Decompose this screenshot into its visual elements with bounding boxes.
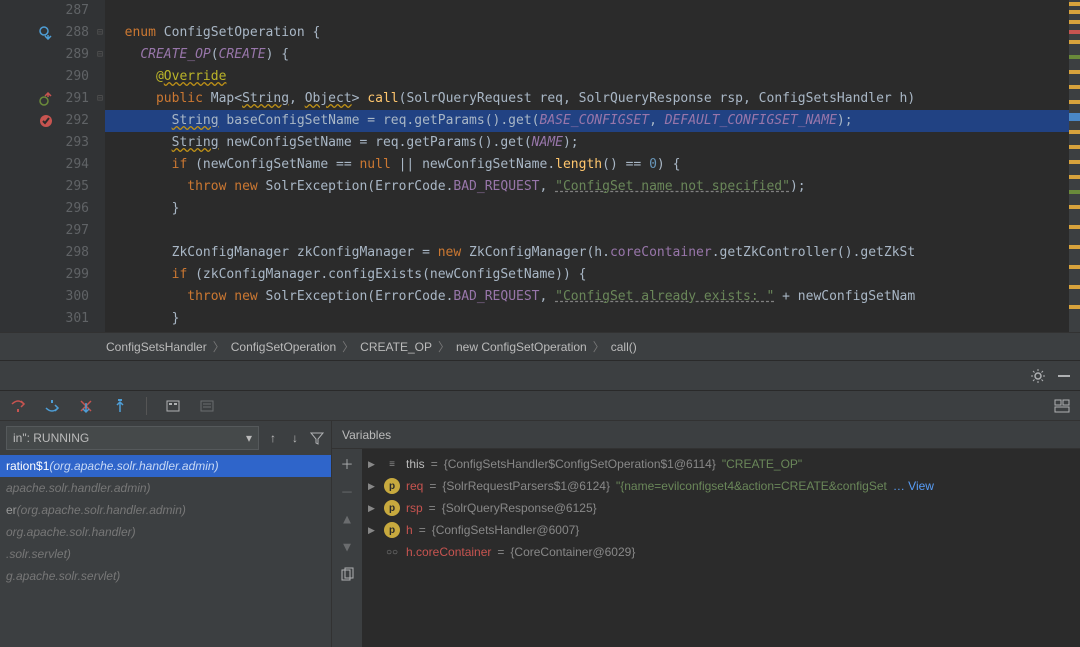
- debug-tool-header: [0, 360, 1080, 390]
- ide-root: 287 288 289 290 291 292 293 294 295 296 …: [0, 0, 1080, 647]
- line-number: 294: [59, 154, 89, 176]
- inherit-down-icon[interactable]: [39, 26, 53, 40]
- crumb[interactable]: ConfigSetsHandler: [100, 340, 213, 354]
- fold-column[interactable]: ⊟⊟⊟: [95, 0, 105, 332]
- code-line: ZkConfigManager zkConfigManager = new Zk…: [105, 242, 1080, 264]
- code-line: enum ConfigSetOperation {: [105, 22, 1080, 44]
- editor-pane: 287 288 289 290 291 292 293 294 295 296 …: [0, 0, 1080, 332]
- frame-row[interactable]: org.apache.solr.handler): [0, 521, 331, 543]
- variables-panel: Variables ＋ － ▲ ▼ ▶≡this = {ConfigSetsHa…: [332, 421, 1080, 647]
- code-line: }: [105, 198, 1080, 220]
- glasses-icon: ○○: [384, 544, 400, 560]
- var-row: ▶preq = {SolrRequestParsers$1@6124} "{na…: [362, 475, 1080, 497]
- line-number: 291: [59, 88, 89, 110]
- var-row: ▶≡this = {ConfigSetsHandler$ConfigSetOpe…: [362, 453, 1080, 475]
- step-into-icon[interactable]: [44, 398, 60, 414]
- code-area[interactable]: enum ConfigSetOperation { CREATE_OP(CREA…: [105, 0, 1080, 332]
- debug-bottom: in": RUNNING▾ ↑ ↓ ration$1 (org.apache.s…: [0, 420, 1080, 647]
- frame-row[interactable]: g.apache.solr.servlet): [0, 565, 331, 587]
- code-line: String newConfigSetName = req.getParams(…: [105, 132, 1080, 154]
- remove-watch-icon: －: [339, 483, 355, 499]
- down-watch-icon: ▼: [339, 539, 355, 555]
- up-watch-icon: ▲: [339, 511, 355, 527]
- prev-frame-icon[interactable]: ↑: [265, 430, 281, 446]
- code-line: public Map<String, Object> call(SolrQuer…: [105, 88, 1080, 110]
- frames-panel: in": RUNNING▾ ↑ ↓ ration$1 (org.apache.s…: [0, 421, 332, 647]
- var-row: ▶prsp = {SolrQueryResponse@6125}: [362, 497, 1080, 519]
- minimize-icon[interactable]: [1056, 368, 1072, 384]
- param-icon: p: [384, 500, 400, 516]
- crumb[interactable]: ConfigSetOperation: [225, 340, 342, 354]
- line-number: 293: [59, 132, 89, 154]
- line-number: 299: [59, 264, 89, 286]
- code-line: [105, 220, 1080, 242]
- crumb[interactable]: CREATE_OP: [354, 340, 438, 354]
- line-number: 288: [59, 22, 89, 44]
- line-number: 292: [59, 110, 89, 132]
- var-row: ▶○○h.coreContainer = {CoreContainer@6029…: [362, 541, 1080, 563]
- var-row: ▶ph = {ConfigSetsHandler@6007}: [362, 519, 1080, 541]
- line-number: 296: [59, 198, 89, 220]
- thread-selector[interactable]: in": RUNNING▾: [6, 426, 259, 450]
- frame-row[interactable]: ration$1 (org.apache.solr.handler.admin): [0, 455, 331, 477]
- crumb[interactable]: call(): [605, 340, 643, 354]
- line-number: 297: [59, 220, 89, 242]
- layout-icon[interactable]: [1054, 398, 1070, 414]
- override-up-icon[interactable]: [39, 92, 53, 106]
- line-number: 301: [59, 308, 89, 330]
- copy-watch-icon[interactable]: [339, 567, 355, 583]
- add-watch-icon[interactable]: ＋: [339, 455, 355, 471]
- gear-icon[interactable]: [1030, 368, 1046, 384]
- step-over-icon[interactable]: [10, 398, 26, 414]
- breadcrumbs: ConfigSetsHandler〉 ConfigSetOperation〉 C…: [0, 332, 1080, 360]
- code-line: CREATE_OP(CREATE) {: [105, 44, 1080, 66]
- param-icon: p: [384, 478, 400, 494]
- variables-list[interactable]: ▶≡this = {ConfigSetsHandler$ConfigSetOpe…: [362, 449, 1080, 647]
- frame-row[interactable]: er (org.apache.solr.handler.admin): [0, 499, 331, 521]
- line-number: 298: [59, 242, 89, 264]
- trace-icon: [199, 398, 215, 414]
- code-line: }: [105, 308, 1080, 330]
- evaluate-icon[interactable]: [165, 398, 181, 414]
- breakpoint-hit-icon[interactable]: [39, 114, 53, 128]
- code-line: throw new SolrException(ErrorCode.BAD_RE…: [105, 286, 1080, 308]
- param-icon: p: [384, 522, 400, 538]
- line-number: 287: [59, 0, 89, 22]
- crumb[interactable]: new ConfigSetOperation: [450, 340, 593, 354]
- code-line: throw new SolrException(ErrorCode.BAD_RE…: [105, 176, 1080, 198]
- variables-title: Variables: [332, 421, 1080, 449]
- debug-toolbar: [0, 390, 1080, 420]
- frame-row[interactable]: .solr.servlet): [0, 543, 331, 565]
- force-step-into-icon[interactable]: [78, 398, 94, 414]
- code-line: [105, 0, 1080, 22]
- filter-icon[interactable]: [309, 430, 325, 446]
- line-number: 289: [59, 44, 89, 66]
- line-number: 300: [59, 286, 89, 308]
- step-out-icon[interactable]: [112, 398, 128, 414]
- code-line: if (newConfigSetName == null || newConfi…: [105, 154, 1080, 176]
- gutter: 287 288 289 290 291 292 293 294 295 296 …: [0, 0, 95, 332]
- code-line: if (zkConfigManager.configExists(newConf…: [105, 264, 1080, 286]
- object-icon: ≡: [384, 456, 400, 472]
- code-line: @Override: [105, 66, 1080, 88]
- next-frame-icon[interactable]: ↓: [287, 430, 303, 446]
- variables-side-toolbar: ＋ － ▲ ▼: [332, 449, 362, 647]
- code-line-current: String baseConfigSetName = req.getParams…: [105, 110, 1080, 132]
- error-stripe[interactable]: [1069, 0, 1080, 332]
- line-number: 295: [59, 176, 89, 198]
- frame-row[interactable]: apache.solr.handler.admin): [0, 477, 331, 499]
- line-number: 290: [59, 66, 89, 88]
